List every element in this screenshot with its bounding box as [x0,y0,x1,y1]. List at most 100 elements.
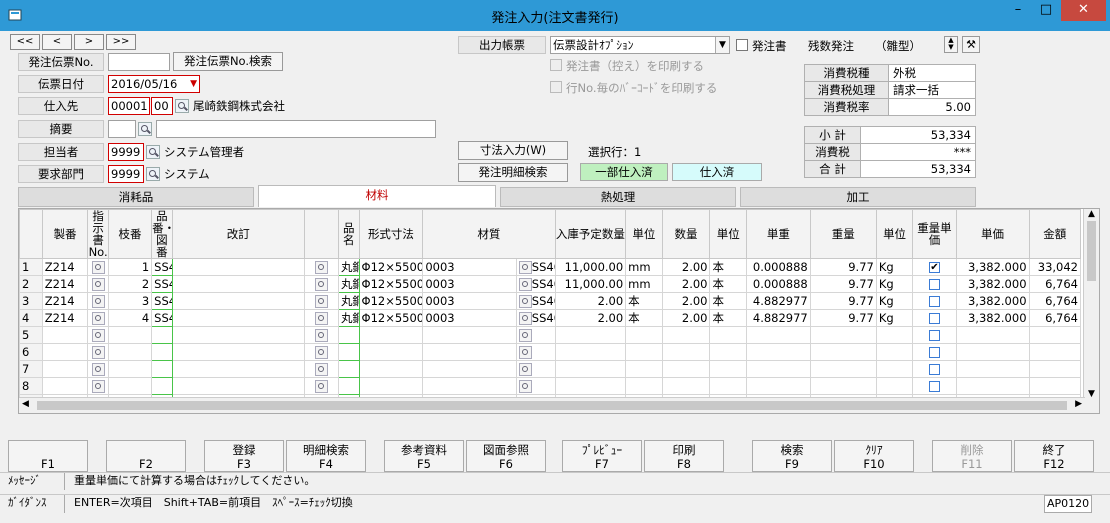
order-no-input[interactable] [108,53,170,71]
cell-plan-unit[interactable] [625,326,663,344]
weight-price-checkbox[interactable]: ✔ [928,262,940,273]
cell-amount[interactable]: 33,042 [1028,258,1082,276]
cell-item-name[interactable]: 丸鋼 [338,275,360,293]
cell-weight-unit[interactable] [875,326,914,344]
cell-weight[interactable] [809,360,877,378]
cell-part-no[interactable]: SS400XD12X5.5-H [151,309,173,327]
search-icon[interactable] [91,261,105,274]
cell-instruction[interactable] [87,275,109,293]
cell-weight-unit[interactable]: Kg [875,258,914,276]
search-icon[interactable] [314,278,328,291]
cell-unit[interactable]: 本 [709,292,747,310]
cell-amount[interactable]: 6,764 [1028,309,1082,327]
weight-price-checkbox[interactable] [928,330,940,341]
cell-qty[interactable] [661,377,711,395]
weight-price-checkbox[interactable] [928,381,940,392]
cell-branch[interactable] [107,343,153,361]
cell-revision[interactable] [171,309,305,327]
nav-last-button[interactable]: >> [106,34,136,50]
cell-part-no[interactable] [151,377,173,395]
cell-seiban[interactable] [41,326,89,344]
search-icon[interactable] [91,346,105,359]
cell-weight[interactable]: 9.77 [809,275,877,293]
cell-branch[interactable]: 4 [107,309,153,327]
scroll-up-icon[interactable]: ▲ [1084,209,1099,219]
cell-material-code[interactable]: 0003 [422,258,517,276]
cell-plan-unit[interactable] [625,377,663,395]
table-row[interactable]: 7 [19,360,1082,378]
search-icon[interactable] [518,312,532,325]
cell-size[interactable] [358,360,424,378]
cell-unit-price[interactable] [955,343,1030,361]
table-row[interactable]: 8 [19,377,1082,395]
cell-seiban[interactable]: Z214 [41,292,89,310]
cell-weight[interactable] [809,343,877,361]
fkey-f10-button[interactable]: ｸﾘｱ F10 [834,440,914,472]
cell-revision[interactable] [171,360,305,378]
search-icon[interactable] [518,329,532,342]
fkey-f12-button[interactable]: 終了 F12 [1014,440,1094,472]
cell-name-search[interactable] [303,343,340,361]
cell-unit[interactable] [709,377,747,395]
cell-instruction[interactable] [87,292,109,310]
cell-weight-price[interactable] [912,360,957,378]
tab-materials[interactable]: 材料 [258,185,496,207]
h-scroll-thumb[interactable] [37,401,1067,410]
summary-code-input[interactable] [108,120,136,138]
cell-instruction[interactable] [87,360,109,378]
cell-branch[interactable] [107,377,153,395]
cell-planned-qty[interactable]: 2.00 [554,309,627,327]
cell-item-name[interactable]: 丸鋼 [338,258,360,276]
scroll-thumb[interactable] [1087,221,1096,281]
cell-size[interactable]: Φ12×5500 [358,292,424,310]
cell-branch[interactable]: 2 [107,275,153,293]
cell-weight-price[interactable] [912,343,957,361]
cell-name-search[interactable] [303,292,340,310]
cell-material[interactable] [515,360,556,378]
search-icon[interactable] [518,363,532,376]
cell-weight[interactable] [809,326,877,344]
search-icon[interactable] [314,346,328,359]
supplier-branch-input[interactable]: 00 [151,97,173,115]
cell-planned-qty[interactable] [554,343,627,361]
supplier-code-input[interactable]: 00001 [108,97,150,115]
cell-qty[interactable] [661,343,711,361]
cell-seiban[interactable]: Z214 [41,309,89,327]
cell-unit-price[interactable]: 3,382.000 [955,309,1030,327]
cell-part-no[interactable]: SS400XD12X5.5-M [151,275,173,293]
fkey-f4-button[interactable]: 明細検索 F4 [286,440,366,472]
search-icon[interactable] [518,346,532,359]
cell-weight[interactable]: 9.77 [809,258,877,276]
cell-seiban[interactable] [41,343,89,361]
cell-unit-price[interactable] [955,326,1030,344]
cell-revision[interactable] [171,343,305,361]
table-row[interactable]: 1Z2141SS400XD12X5.5丸鋼Φ12×55000003SS40011… [19,258,1082,276]
cell-item-name[interactable]: 丸鋼 [338,309,360,327]
cell-amount[interactable] [1028,360,1082,378]
cell-unit-weight[interactable]: 0.000888 [745,275,811,293]
hammer-icon[interactable]: ⚒ [962,36,980,53]
cell-weight[interactable]: 9.77 [809,292,877,310]
cell-name-search[interactable] [303,360,340,378]
nav-prev-button[interactable]: < [42,34,72,50]
cell-amount[interactable] [1028,326,1082,344]
cell-unit[interactable] [709,326,747,344]
cell-material-code[interactable]: 0003 [422,309,517,327]
cell-material[interactable] [515,377,556,395]
cell-material-code[interactable]: 0003 [422,292,517,310]
cell-unit[interactable] [709,343,747,361]
cell-revision[interactable] [171,326,305,344]
cell-part-no[interactable] [151,343,173,361]
order-no-search-button[interactable]: 発注伝票No.検索 [173,52,283,71]
cell-weight-unit[interactable] [875,377,914,395]
search-icon[interactable] [314,261,328,274]
date-input[interactable]: 2016/05/16 ▼ [108,75,200,93]
cell-weight-price[interactable] [912,275,957,293]
fkey-f8-button[interactable]: 印刷 F8 [644,440,724,472]
cell-size[interactable]: Φ12×5500 [358,309,424,327]
cell-unit-price[interactable] [955,377,1030,395]
cell-unit[interactable]: 本 [709,309,747,327]
cell-unit-weight[interactable] [745,360,811,378]
cell-item-name[interactable] [338,343,360,361]
cell-planned-qty[interactable]: 11,000.00 [554,258,627,276]
